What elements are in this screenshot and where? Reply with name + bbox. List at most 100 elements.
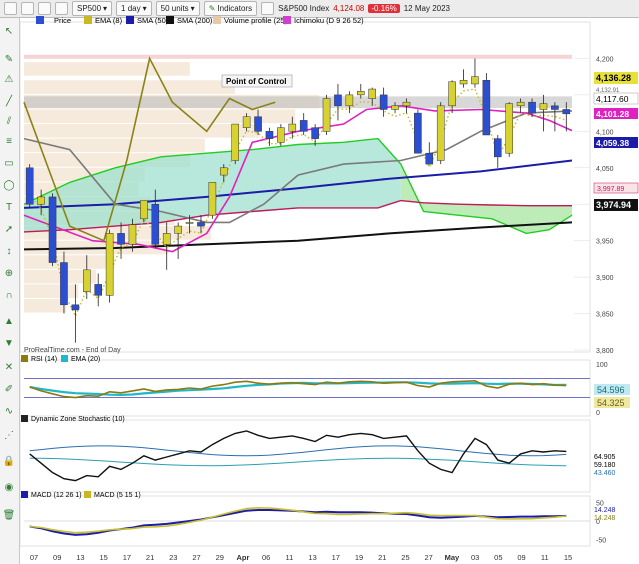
- legend-ema: EMA (8): [95, 16, 123, 25]
- poc-label: Point of Control: [226, 77, 286, 86]
- macd-label1: MACD (12 26 1): [31, 492, 82, 499]
- badge-stoch2: 59.180: [594, 462, 616, 469]
- candle-body: [368, 88, 376, 99]
- x-tick-label: 27: [425, 553, 433, 562]
- candle-body: [505, 103, 513, 154]
- candle-body: [516, 101, 525, 107]
- candle-body: [345, 94, 354, 107]
- candle-body: [197, 222, 205, 227]
- volume-profile-bar: [24, 62, 190, 76]
- x-tick-label: 03: [471, 553, 479, 562]
- badge-rsi-text: 54.596: [597, 385, 625, 395]
- candle-body: [37, 196, 45, 205]
- x-tick-label: 11: [541, 553, 549, 562]
- macd-label2: MACD (5 15 1): [94, 492, 141, 499]
- vp-swatch: [213, 16, 221, 24]
- badge-sma200-text: 3,974.94: [596, 200, 631, 210]
- candle-body: [128, 224, 137, 245]
- watermark-text: ProRealTime.com - End of Day: [24, 347, 121, 354]
- x-tick-label: 11: [285, 553, 293, 562]
- x-tick-label: 15: [99, 553, 107, 562]
- rsi-label: RSI (14): [31, 356, 57, 363]
- candle-body: [242, 116, 251, 128]
- x-tick-label: 17: [332, 553, 340, 562]
- badge-ema-text: 4,117.60: [596, 94, 629, 104]
- candle-body: [254, 116, 262, 132]
- candle-body: [48, 196, 57, 263]
- candle-body: [448, 81, 456, 107]
- badge-macd2: 14.248: [594, 515, 616, 522]
- candle-body: [551, 105, 559, 110]
- rsi-panel: [19, 359, 591, 417]
- x-tick-label: 05: [494, 553, 502, 562]
- candle-body: [391, 105, 399, 110]
- x-axis: 07 09 13 15 17 21 23 27 29 Apr 06 11 13 17 19 21 25 27 May…: [30, 553, 572, 562]
- badge-rsi-ema-text: 54.325: [597, 398, 625, 408]
- candle-body: [140, 200, 148, 220]
- rsi-ema-swatch: [61, 355, 68, 362]
- x-tick-label: 06: [262, 553, 270, 562]
- candle-body: [265, 131, 274, 139]
- candle-body: [562, 109, 571, 115]
- rsi-swatch: [21, 355, 28, 362]
- price-tick-label: 3,950: [596, 239, 614, 246]
- rsi-tick-label: 0: [596, 410, 600, 417]
- candle-body: [174, 225, 182, 234]
- price-tick-label: 3,850: [596, 312, 614, 319]
- macd-tick-label: -50: [596, 537, 606, 544]
- price-badges: 4,136.28 4,132.91 4,117.60 4,101.28 4,05…: [593, 72, 639, 522]
- stoch-label: Dynamic Zone Stochastic (10): [31, 416, 125, 423]
- x-tick-label: 21: [146, 553, 154, 562]
- stoch-swatch: [21, 415, 28, 422]
- candle-body: [185, 222, 194, 224]
- candle-body: [220, 167, 228, 176]
- x-tick-label: 09: [53, 553, 61, 562]
- candle-body: [162, 233, 171, 245]
- badge-stoch1: 64.905: [594, 454, 616, 461]
- candle-body: [494, 138, 502, 158]
- macd2-swatch: [84, 491, 91, 498]
- chart-area[interactable]: 4,2004,1504,1004,0504,0003,9503,9003,850…: [0, 0, 639, 564]
- legend-sma50: SMA (50): [137, 16, 169, 25]
- volume-profile-bar: [24, 255, 115, 269]
- x-tick-label: 09: [517, 553, 525, 562]
- candle-body: [25, 167, 34, 205]
- candle-body: [83, 269, 91, 292]
- sma200-swatch: [166, 16, 174, 24]
- price-tick-label: 4,050: [596, 166, 614, 173]
- candle-body: [528, 101, 536, 114]
- price-tick-label: 3,900: [596, 275, 614, 282]
- x-tick-label: 27: [192, 553, 200, 562]
- resistance-band: [24, 54, 572, 59]
- price-tick-label: 4,200: [596, 56, 614, 63]
- sma50-swatch: [126, 16, 134, 24]
- badge-stoch3: 43.460: [594, 470, 616, 477]
- x-tick-label: 23: [169, 553, 177, 562]
- candle-body: [94, 284, 102, 296]
- macd-swatch: [21, 491, 28, 498]
- stoch-panel: [19, 419, 591, 493]
- badge-sma50-text: 4,059.38: [596, 138, 629, 148]
- candle-body: [71, 304, 80, 311]
- volume-profile-bar: [24, 298, 67, 313]
- candle-body: [322, 98, 331, 132]
- candle-body: [151, 203, 160, 245]
- ichimoku-swatch: [283, 16, 291, 24]
- x-tick-label: 29: [216, 553, 224, 562]
- x-tick-label: 15: [564, 553, 572, 562]
- volume-profile-bar: [24, 284, 79, 298]
- x-tick-label: 07: [30, 553, 38, 562]
- candle-body: [277, 127, 285, 143]
- x-tick-label: 13: [308, 553, 316, 562]
- candle-body: [231, 123, 239, 161]
- legend-ichimoku: Ichimoku (D 9 26 52): [294, 16, 364, 25]
- candle-body: [436, 105, 445, 161]
- candle-body: [402, 101, 411, 107]
- x-tick-label: 25: [401, 553, 409, 562]
- candle-body: [379, 94, 388, 110]
- legend-sma200: SMA (200): [177, 16, 213, 25]
- candle-body: [425, 152, 434, 165]
- candle-body: [288, 123, 297, 132]
- candle-body: [105, 233, 114, 296]
- legend-vp: Volume profile (25): [224, 16, 287, 25]
